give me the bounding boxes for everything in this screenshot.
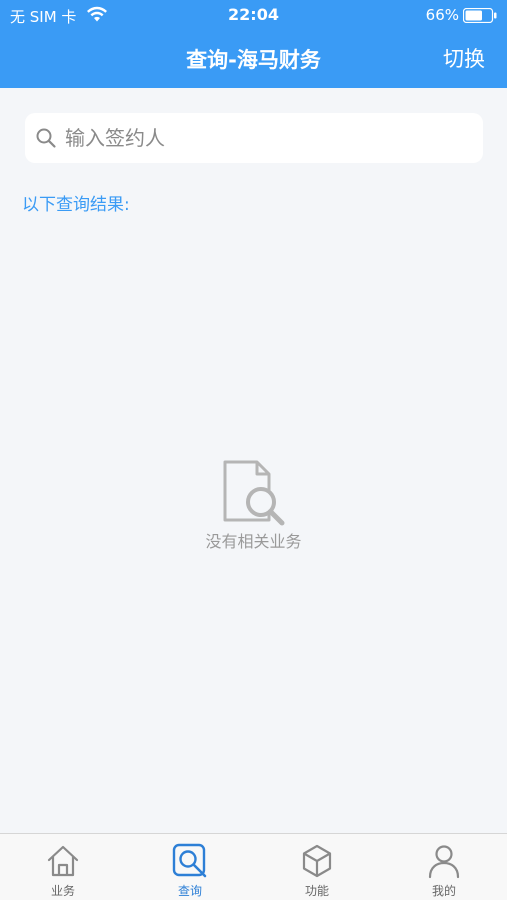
page-title: 查询-海马财务: [186, 48, 321, 72]
tab-business[interactable]: 业务: [0, 834, 126, 900]
tab-query[interactable]: 查询: [127, 834, 253, 900]
switch-button[interactable]: 切换: [443, 43, 485, 73]
tab-mine[interactable]: 我的: [381, 834, 507, 900]
user-icon: [428, 845, 460, 879]
battery-percent: 66%: [425, 6, 459, 24]
tab-label: 功能: [304, 884, 329, 898]
search-input[interactable]: [65, 113, 475, 163]
search-icon: [36, 128, 56, 148]
home-icon: [47, 845, 79, 877]
search-doc-icon: [172, 843, 207, 878]
search-bar[interactable]: [25, 113, 483, 163]
tab-bar: 业务 查询 功能 我的: [0, 833, 507, 900]
empty-search-document-icon: [223, 460, 285, 526]
header-bar: 无 SIM 卡 22:04 66% 查询-海马财务 切换: [0, 0, 507, 88]
status-bar: 无 SIM 卡 22:04 66%: [0, 0, 507, 30]
tab-label: 查询: [177, 884, 202, 898]
battery-icon: [463, 8, 497, 23]
empty-state-message: 没有相关业务: [205, 532, 302, 551]
cube-icon: [302, 844, 332, 878]
tab-label: 业务: [50, 884, 75, 898]
tab-label: 我的: [431, 884, 456, 898]
tab-functions[interactable]: 功能: [254, 834, 380, 900]
results-label: 以下查询结果:: [22, 195, 130, 215]
